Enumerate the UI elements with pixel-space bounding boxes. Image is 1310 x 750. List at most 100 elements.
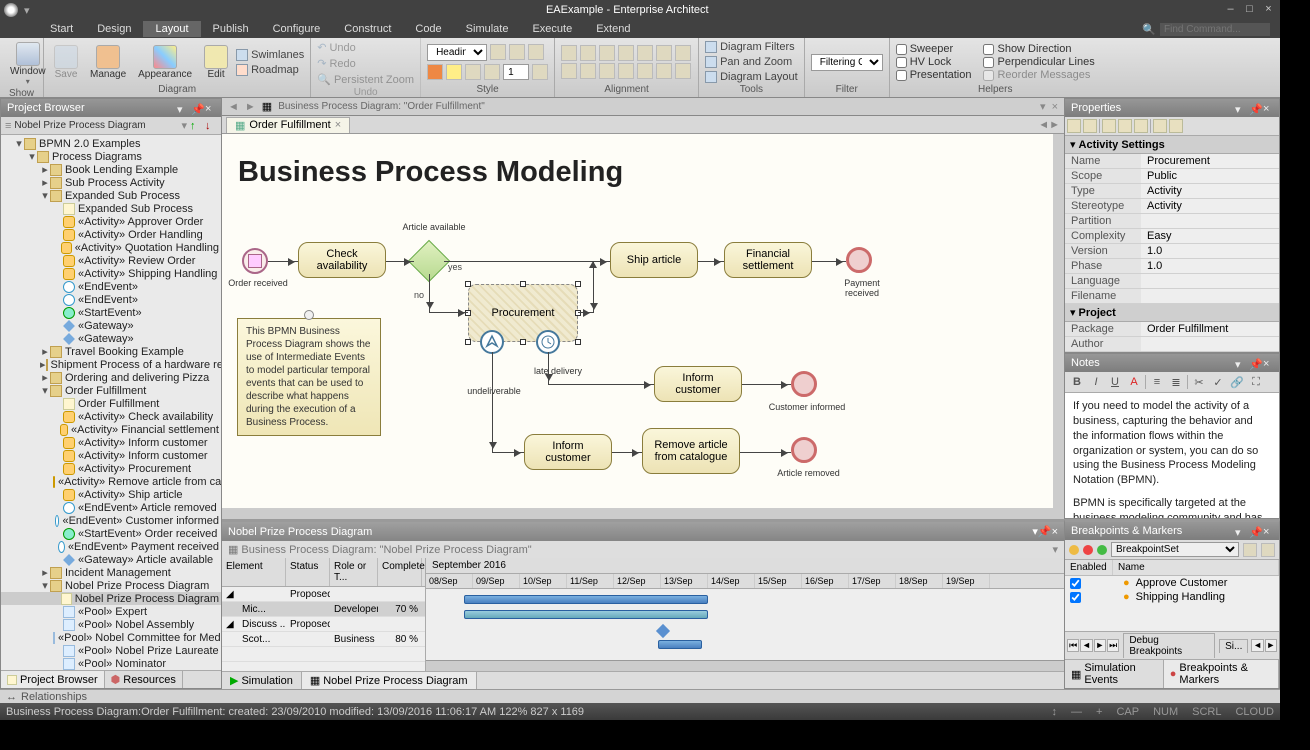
props-row[interactable]: Partition [1065,214,1279,229]
props-row[interactable]: TypeActivity [1065,184,1279,199]
space-h-icon[interactable] [561,63,577,79]
tree-node[interactable]: «Pool» Nominator [1,657,221,670]
props-row[interactable]: Version1.0 [1065,244,1279,259]
pan-zoom-button[interactable]: Pan and Zoom [705,55,798,69]
col-element[interactable]: Element [222,558,286,586]
tree-node[interactable]: «Activity» Ship article [1,488,221,501]
props-tb-2-icon[interactable] [1083,119,1097,133]
appearance-button[interactable]: Appearance [134,43,196,82]
tree-node[interactable]: ▸Shipment Process of a hardware retailer [1,358,221,371]
tab-debug-breakpoints[interactable]: Debug Breakpoints [1123,633,1215,658]
props-tb-6-icon[interactable] [1153,119,1167,133]
props-pin-icon[interactable]: 📌 [1249,103,1259,113]
roadmap-button[interactable]: Roadmap [236,63,304,77]
nav-back-icon[interactable]: ◄ [228,101,239,113]
menu-design[interactable]: Design [85,21,143,37]
tab-close-icon[interactable]: × [335,119,341,131]
diagram-layout-button[interactable]: Diagram Layout [705,70,798,84]
diagram-filters-button[interactable]: Diagram Filters [705,40,798,54]
tabs-scroll-right-icon[interactable]: ► [1049,119,1060,131]
persistent-zoom-button[interactable]: 🔍Persistent Zoom [317,72,414,87]
pane-close-icon[interactable]: × [205,103,215,113]
props-row[interactable]: NameProcurement [1065,154,1279,169]
node-inform-customer-2[interactable]: Inform customer [524,434,612,470]
tree-node[interactable]: «StartEvent» Order received [1,527,221,540]
breakpoint-row[interactable]: ●Shipping Handling [1065,590,1279,604]
bp-menu-icon[interactable]: ▾ [1235,526,1245,536]
notes-text[interactable]: If you need to model the activity of a b… [1065,393,1279,518]
node-ship-article[interactable]: Ship article [610,242,698,278]
align-left-icon[interactable] [561,45,577,61]
send-back-icon[interactable] [656,63,672,79]
node-remove-article[interactable]: Remove article from catalogue [642,428,740,474]
props-tb-4-icon[interactable] [1118,119,1132,133]
gantt-hscroll[interactable] [426,660,1064,671]
tree-node[interactable]: «EndEvent» Customer informed [1,514,221,527]
italic-icon[interactable]: I [1088,374,1104,390]
hvlock-check[interactable] [896,57,907,68]
tree-node[interactable]: «Activity» Remove article from catalogue [1,475,221,488]
props-close-icon[interactable]: × [1263,103,1273,113]
tree-node[interactable]: «StartEvent» [1,306,221,319]
notes-close-icon[interactable]: × [1263,358,1273,368]
style-save-icon[interactable] [509,44,525,60]
notes-menu-icon[interactable]: ▾ [1235,358,1245,368]
list-bullet-icon[interactable]: ≡ [1149,374,1165,390]
tree-node[interactable]: «Pool» Nobel Assembly [1,618,221,631]
props-menu-icon[interactable]: ▾ [1235,103,1245,113]
same-height-icon[interactable] [618,63,634,79]
col-complete[interactable]: Complete [378,558,422,586]
gantt-close-icon[interactable]: × [1052,526,1058,538]
tree-node[interactable]: «Pool» Expert [1,605,221,618]
show-direction-check[interactable] [983,44,994,55]
manage-button[interactable]: Manage [86,43,130,82]
status-sync-icon[interactable]: ↕ [1052,706,1058,718]
nav-next-icon[interactable]: ► [1094,639,1106,652]
style-heading-select[interactable]: Heading [427,44,487,61]
breadcrumb[interactable]: Nobel Prize Process Diagram [14,120,178,131]
expand-icon[interactable]: ⛶ [1248,374,1264,390]
bp-close-icon[interactable]: × [1263,526,1273,536]
tab-project-browser[interactable]: Project Browser [1,671,105,688]
gantt-row[interactable]: Scot...Business ...80 % [222,632,425,647]
col-role[interactable]: Role or T... [330,558,378,586]
same-width-icon[interactable] [599,63,615,79]
tree-node[interactable]: ▾Expanded Sub Process [1,189,221,202]
tree-node[interactable]: «Activity» Financial settlement [1,423,221,436]
bp-btn3-icon[interactable] [1097,545,1107,555]
tree-node[interactable]: «Activity» Check availability [1,410,221,423]
tree-node[interactable]: «EndEvent» [1,280,221,293]
tree-node[interactable]: «Activity» Order Handling [1,228,221,241]
maximize-button[interactable]: □ [1242,3,1257,18]
menu-configure[interactable]: Configure [261,21,333,37]
tree-down-icon[interactable]: ↓ [205,120,217,132]
link-icon[interactable]: 🔗 [1229,374,1245,390]
tree-node[interactable]: ▸Book Lending Example [1,163,221,176]
col-name[interactable]: Name [1113,560,1279,575]
notes-pin-icon[interactable]: 📌 [1249,358,1259,368]
props-section[interactable]: ▾Activity Settings [1065,136,1279,154]
nav-scroll-r-icon[interactable]: ► [1265,639,1277,652]
align-center-v-icon[interactable] [656,45,672,61]
menu-execute[interactable]: Execute [520,21,584,37]
menu-construct[interactable]: Construct [332,21,403,37]
node-inform-customer-1[interactable]: Inform customer [654,366,742,402]
menu-layout[interactable]: Layout [143,21,200,37]
font-color-icon[interactable]: A [1126,374,1142,390]
swimlanes-button[interactable]: Swimlanes [236,48,304,62]
props-row[interactable]: Filename [1065,289,1279,304]
doc-tab-order-fulfillment[interactable]: ▦Order Fulfillment× [226,117,350,133]
bp-delete-icon[interactable] [1261,543,1275,557]
gantt-row[interactable] [222,647,425,662]
tree-node[interactable]: Expanded Sub Process [1,202,221,215]
menu-simulate[interactable]: Simulate [454,21,521,37]
line-width-input[interactable] [503,64,529,80]
props-row[interactable]: Phase1.0 [1065,259,1279,274]
nav-scroll-l-icon[interactable]: ◄ [1251,639,1263,652]
close-button[interactable]: × [1261,3,1276,18]
auto-layout-icon[interactable] [675,63,691,79]
tab-resources[interactable]: ⬢Resources [105,671,183,688]
start-event-order-received[interactable] [242,248,268,274]
node-financial-settlement[interactable]: Financial settlement [724,242,812,278]
tree-node[interactable]: ▸Sub Process Activity [1,176,221,189]
